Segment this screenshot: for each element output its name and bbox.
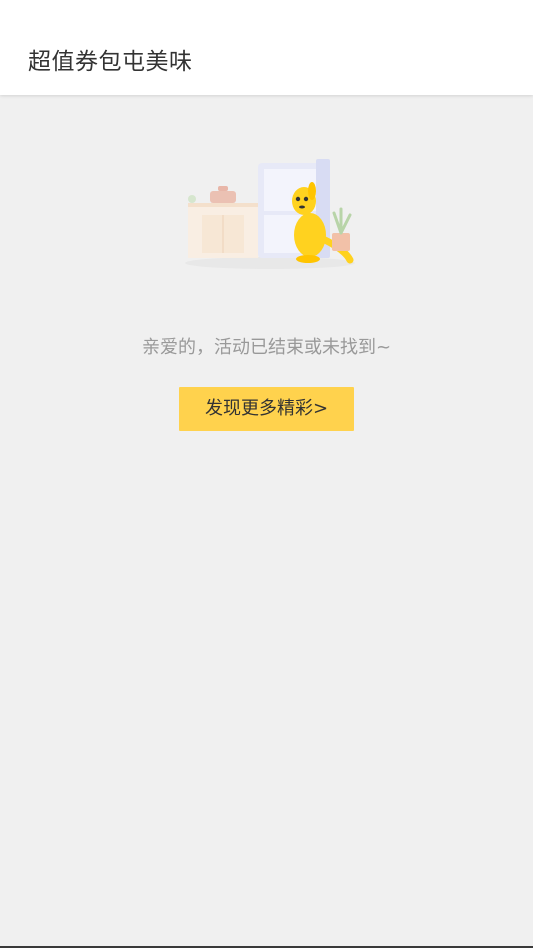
page-title: 超值券包屯美味 [28,49,193,75]
empty-state-message: 亲爱的，活动已结束或未找到~ [141,337,392,358]
app-bar: 超值券包屯美味 [0,0,533,95]
empty-state: 亲爱的，活动已结束或未找到~ 发现更多精彩> [0,95,533,948]
kangaroo-fridge-illustration-icon [185,159,355,269]
discover-more-button[interactable]: 发现更多精彩> [179,387,354,431]
